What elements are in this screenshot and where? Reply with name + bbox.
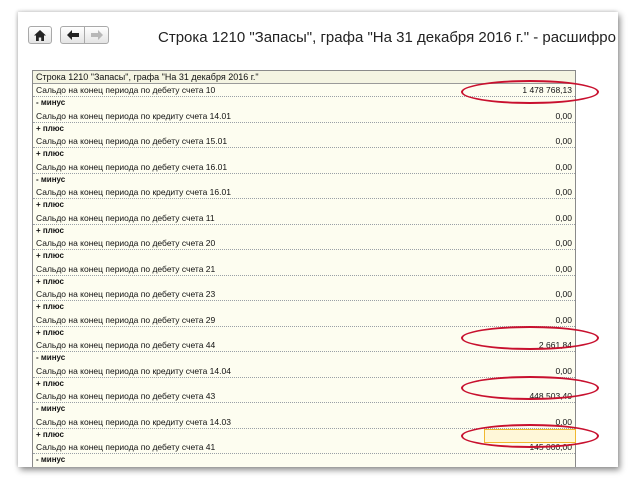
operator-row[interactable]: + плюс [33, 301, 575, 313]
account-label: Сальдо на конец периода по дебету счета … [36, 136, 228, 146]
operator-row[interactable]: - минус [33, 454, 575, 466]
annotation-oval-account-43 [461, 376, 599, 400]
account-row[interactable]: Сальдо на конец периода по кредиту счета… [33, 186, 575, 200]
home-icon [34, 30, 46, 41]
balance-value: 0,00 [555, 263, 572, 274]
back-button[interactable] [60, 26, 85, 44]
account-row[interactable]: Сальдо на конец периода по кредиту счета… [33, 110, 575, 123]
operator-row[interactable]: - минус [33, 174, 575, 186]
balance-value: 0,00 [555, 187, 572, 197]
operator-row[interactable]: + плюс [33, 225, 575, 237]
operator-row[interactable]: - минус [33, 403, 575, 415]
toolbar: Строка 1210 "Запасы", графа "На 31 декаб… [18, 12, 618, 62]
operator-label: - минус [36, 404, 66, 414]
operator-label: + плюс [36, 378, 64, 388]
operator-label: + плюс [36, 302, 64, 312]
operator-label: - минус [36, 174, 66, 184]
operator-label: + плюс [36, 225, 64, 235]
account-label: Сальдо на конец периода по кредиту счета… [36, 187, 231, 197]
operator-label: + плюс [36, 251, 64, 261]
operator-label: + плюс [36, 276, 64, 286]
operator-label: - минус [36, 98, 66, 108]
account-label: Сальдо на конец периода по кредиту счета… [36, 416, 231, 427]
account-label: Сальдо на конец периода по дебету счета … [36, 161, 228, 172]
operator-label: + плюс [36, 149, 64, 159]
operator-row[interactable]: + плюс [33, 276, 575, 288]
forward-button[interactable] [84, 26, 109, 44]
account-row[interactable]: Сальдо на конец периода по дебету счета … [33, 314, 575, 327]
balance-value: 0,00 [555, 365, 572, 376]
account-row[interactable]: Сальдо на конец периода по дебету счета … [33, 161, 575, 174]
account-label: Сальдо на конец периода по дебету счета … [36, 85, 216, 95]
account-row[interactable]: Сальдо на конец периода по кредиту счета… [33, 365, 575, 378]
operator-row[interactable]: + плюс [33, 199, 575, 211]
operator-row[interactable]: - минус [33, 352, 575, 364]
account-label: Сальдо на конец периода по дебету счета … [36, 340, 216, 350]
balance-value: 0,00 [555, 289, 572, 299]
annotation-oval-account-10 [461, 80, 599, 104]
account-label: Сальдо на конец периода по дебету счета … [36, 212, 215, 223]
operator-label: + плюс [36, 123, 64, 133]
account-row[interactable]: Сальдо на конец периода по дебету счета … [33, 135, 575, 149]
annotation-oval-account-44 [461, 326, 599, 350]
account-label: Сальдо на конец периода по дебету счета … [36, 289, 216, 299]
annotation-oval-account-41 [461, 424, 599, 448]
balance-value: 0,00 [555, 136, 572, 146]
account-label: Сальдо на конец периода по дебету счета … [36, 263, 216, 274]
operator-label: - минус [36, 353, 66, 363]
account-label: Сальдо на конец периода по дебету счета … [36, 314, 216, 325]
account-row[interactable]: Сальдо на конец периода по дебету счета … [33, 263, 575, 276]
balance-value: 0,00 [555, 212, 572, 223]
account-label: Сальдо на конец периода по кредиту счета… [36, 365, 231, 376]
account-label: Сальдо на конец периода по дебету счета … [36, 442, 216, 452]
account-row[interactable]: Сальдо на конец периода по дебету счета … [33, 288, 575, 302]
account-label: Сальдо на конец периода по дебету счета … [36, 238, 216, 248]
arrow-left-icon [67, 30, 79, 40]
balance-value: 0,00 [555, 161, 572, 172]
operator-label: + плюс [36, 429, 64, 439]
account-label: Сальдо на конец периода по дебету счета … [36, 391, 216, 401]
window-frame: Строка 1210 "Запасы", графа "На 31 декаб… [18, 12, 618, 467]
account-row[interactable]: Сальдо на конец периода по дебету счета … [33, 237, 575, 251]
operator-label: + плюс [36, 327, 64, 337]
operator-label: + плюс [36, 200, 64, 210]
balance-value: 0,00 [555, 238, 572, 248]
operator-row[interactable]: + плюс [33, 250, 575, 262]
report-sheet: Строка 1210 "Запасы", графа "На 31 декаб… [32, 70, 576, 467]
operator-label: - минус [36, 455, 66, 465]
operator-row[interactable]: + плюс [33, 148, 575, 160]
operator-row[interactable]: + плюс [33, 123, 575, 135]
window-title: Строка 1210 "Запасы", графа "На 31 декаб… [158, 29, 616, 46]
balance-value: 0,00 [555, 110, 572, 121]
account-label: Сальдо на конец периода по кредиту счета… [36, 110, 231, 121]
home-button[interactable] [28, 26, 52, 44]
report-rows: Сальдо на конец периода по дебету счета … [33, 84, 575, 467]
account-row[interactable]: Сальдо на конец периода по дебету счета … [33, 212, 575, 225]
balance-value: 0,00 [555, 314, 572, 325]
arrow-right-icon [91, 30, 103, 40]
